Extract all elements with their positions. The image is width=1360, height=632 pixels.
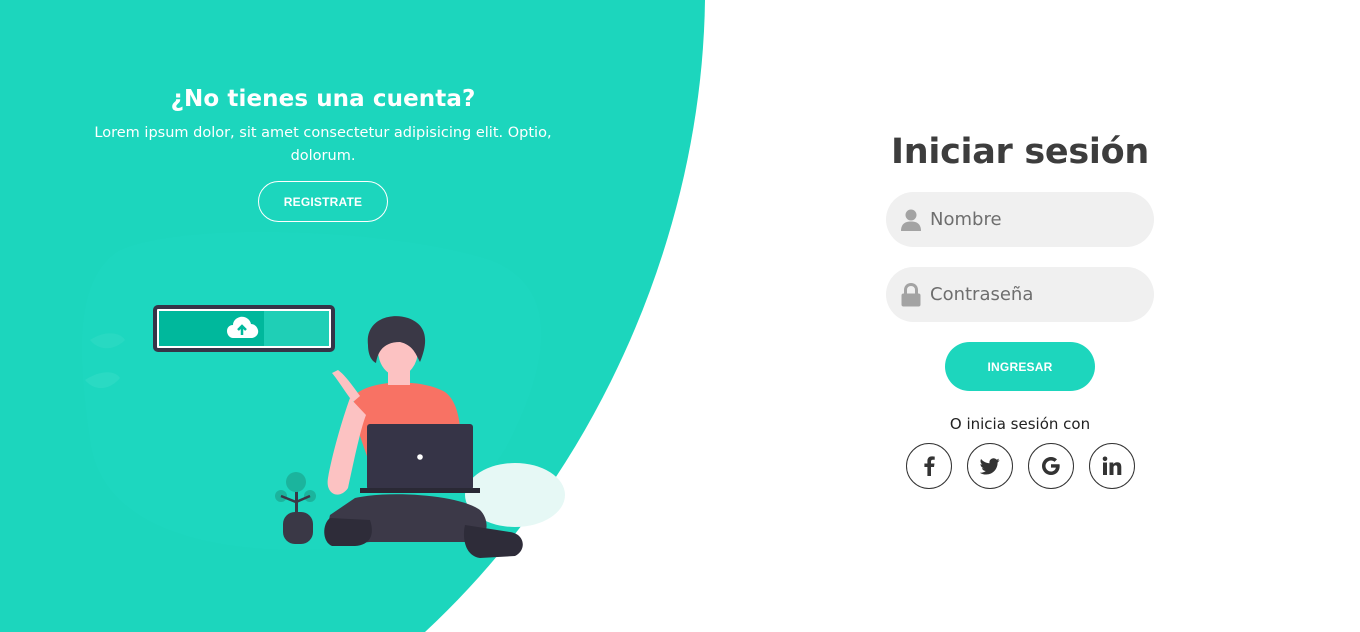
- twitter-icon: [979, 457, 1000, 474]
- linkedin-login-button[interactable]: [1088, 443, 1135, 489]
- social-login-prompt: O inicia sesión con: [949, 415, 1091, 433]
- register-button[interactable]: REGISTRATE: [258, 181, 388, 222]
- user-icon: [900, 208, 922, 232]
- google-login-button[interactable]: [1027, 443, 1074, 489]
- lock-icon: [900, 282, 922, 307]
- password-input[interactable]: [930, 284, 1140, 305]
- login-page: ¿No tienes una cuenta? Lorem ipsum dolor…: [0, 0, 1360, 632]
- google-icon: [1041, 457, 1060, 475]
- upload-progress-bar: [153, 305, 335, 352]
- username-field[interactable]: [886, 192, 1154, 247]
- facebook-icon: [923, 456, 935, 476]
- signup-title: ¿No tienes una cuenta?: [170, 86, 476, 112]
- social-login-row: [886, 443, 1154, 489]
- linkedin-icon: [1102, 456, 1121, 475]
- twitter-login-button[interactable]: [966, 443, 1013, 489]
- username-input[interactable]: [930, 209, 1140, 230]
- signup-prompt-panel: ¿No tienes una cuenta? Lorem ipsum dolor…: [60, 86, 586, 222]
- password-field[interactable]: [886, 267, 1154, 322]
- facebook-login-button[interactable]: [905, 443, 952, 489]
- login-button[interactable]: INGRESAR: [945, 342, 1095, 391]
- login-form: Iniciar sesión INGRESAR O inicia sesión …: [886, 132, 1154, 489]
- person-with-laptop-illustration: [81, 231, 565, 558]
- login-title: Iniciar sesión: [891, 132, 1149, 172]
- signup-description: Lorem ipsum dolor, sit amet consectetur …: [94, 125, 552, 164]
